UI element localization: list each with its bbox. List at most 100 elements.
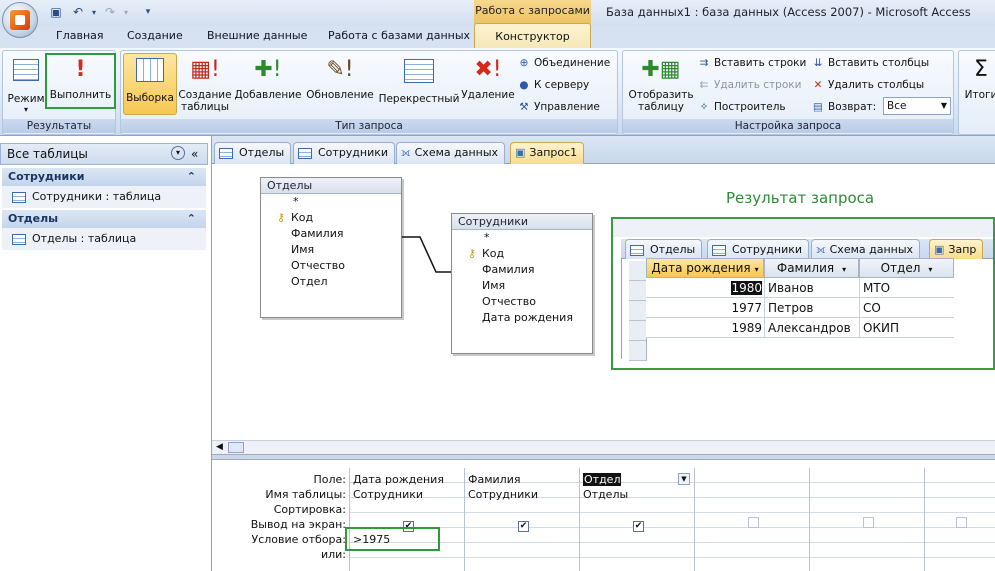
- result-col-header-2[interactable]: Фамилия ▾: [764, 258, 859, 278]
- qbe-field-cell[interactable]: Фамилия: [465, 472, 579, 487]
- select-query-button[interactable]: Выборка: [123, 53, 177, 115]
- make-table-button[interactable]: ▦! Создание таблицы: [177, 55, 233, 113]
- save-icon[interactable]: ▣: [48, 4, 64, 20]
- qbe-show-cell[interactable]: [810, 517, 924, 532]
- result-cell-year[interactable]: 1989: [650, 318, 762, 338]
- qbe-field-cell[interactable]: [695, 472, 809, 487]
- result-tab-schema[interactable]: ⟗ Схема данных: [811, 239, 921, 259]
- qbe-field-cell[interactable]: Отдел ▼: [580, 472, 694, 487]
- customize-qat-icon[interactable]: ▾: [140, 4, 156, 20]
- office-button[interactable]: [2, 2, 38, 38]
- qbe-column-5[interactable]: [809, 468, 924, 571]
- table-box-title[interactable]: Отделы: [261, 178, 401, 194]
- tab-create[interactable]: Создание: [127, 29, 183, 42]
- chevron-down-icon[interactable]: ▼: [678, 473, 690, 485]
- result-cell-year[interactable]: 1980: [650, 278, 762, 298]
- passthrough-button[interactable]: ● К серверу: [517, 79, 589, 91]
- field-item-key[interactable]: Код: [452, 246, 592, 262]
- run-button[interactable]: ! Выполнить: [45, 53, 116, 109]
- field-item[interactable]: Имя: [261, 242, 401, 258]
- union-button[interactable]: ⊕ Объединение: [517, 57, 611, 69]
- scroll-left-icon[interactable]: ◀: [216, 442, 223, 452]
- delete-cols-button[interactable]: ✕ Удалить столбцы: [811, 79, 925, 91]
- redo-dropdown-icon[interactable]: ▾: [118, 4, 134, 20]
- result-col-header-1[interactable]: Дата рождения ▾: [646, 258, 764, 278]
- result-col-header-3[interactable]: Отдел ▾: [859, 258, 954, 278]
- qbe-column-4[interactable]: [694, 468, 809, 571]
- qbe-table-cell[interactable]: [695, 487, 809, 502]
- scroll-thumb[interactable]: [228, 442, 244, 453]
- crosstab-button[interactable]: Перекрестный: [377, 55, 461, 105]
- undo-icon[interactable]: ↶: [70, 4, 86, 20]
- qbe-table-cell[interactable]: Сотрудники: [465, 487, 579, 502]
- show-checkbox[interactable]: ✔: [633, 521, 644, 532]
- qbe-column-2[interactable]: Фамилия Сотрудники ✔: [464, 468, 579, 571]
- field-item[interactable]: Дата рождения: [452, 310, 592, 326]
- nav-item-otdely-table[interactable]: Отделы : таблица: [2, 228, 206, 250]
- result-cell-dept[interactable]: СО: [863, 298, 881, 318]
- result-cell-year[interactable]: 1977: [650, 298, 762, 318]
- tab-external-data[interactable]: Внешние данные: [207, 29, 307, 42]
- qbe-column-3[interactable]: Отдел ▼ Отделы ✔: [579, 468, 694, 571]
- doc-tab-query1[interactable]: ▣ Запрос1: [510, 142, 585, 164]
- qbe-sort-cell[interactable]: [580, 502, 694, 517]
- result-tab-otdely[interactable]: Отделы: [625, 239, 703, 259]
- qbe-show-cell[interactable]: ✔: [580, 517, 694, 532]
- qbe-criteria-cell[interactable]: [465, 532, 579, 547]
- qbe-field-cell[interactable]: [925, 472, 995, 487]
- field-item[interactable]: Отчество: [261, 258, 401, 274]
- qbe-table-cell[interactable]: Отделы: [580, 487, 694, 502]
- doc-tab-sotrudniki[interactable]: Сотрудники: [293, 142, 396, 164]
- qbe-sort-cell[interactable]: [350, 502, 464, 517]
- field-item[interactable]: Отдел: [261, 274, 401, 290]
- field-item[interactable]: Отчество: [452, 294, 592, 310]
- qbe-show-cell[interactable]: [695, 517, 809, 532]
- result-cell-surname[interactable]: Петров: [768, 298, 813, 318]
- table-box-sotrudniki[interactable]: Сотрудники * Код Фамилия Имя Отчество Да…: [451, 213, 593, 354]
- nav-pane-header[interactable]: Все таблицы ▾ «: [0, 143, 208, 165]
- table-box-otdely[interactable]: Отделы * Код Фамилия Имя Отчество Отдел: [260, 177, 402, 318]
- builder-button[interactable]: ✧ Построитель: [697, 101, 786, 113]
- update-button[interactable]: ✎! Обновление: [305, 55, 375, 101]
- qbe-column-1[interactable]: Дата рождения Сотрудники ✔ >1975: [349, 468, 464, 571]
- result-cell-surname[interactable]: Александров: [768, 318, 851, 338]
- show-checkbox[interactable]: [956, 517, 967, 528]
- delete-query-button[interactable]: ✖! Удаление: [461, 55, 515, 101]
- field-item[interactable]: Фамилия: [452, 262, 592, 278]
- field-item-key[interactable]: Код: [261, 210, 401, 226]
- show-checkbox[interactable]: ✔: [518, 521, 529, 532]
- nav-group-otdely[interactable]: Отделы ⌃: [2, 210, 206, 228]
- qbe-criteria-cell[interactable]: [580, 532, 694, 547]
- qbe-table-cell[interactable]: [810, 487, 924, 502]
- mode-button[interactable]: Режим ▾: [6, 55, 46, 114]
- delete-rows-button[interactable]: ⇇ Удалить строки: [697, 79, 802, 91]
- field-item[interactable]: Имя: [452, 278, 592, 294]
- qbe-sort-cell[interactable]: [810, 502, 924, 517]
- qbe-field-cell[interactable]: Дата рождения: [350, 472, 464, 487]
- result-tab-query[interactable]: ▣ Запр: [929, 239, 984, 259]
- qbe-table-cell[interactable]: Сотрудники: [350, 487, 464, 502]
- nav-item-sotrudniki-table[interactable]: Сотрудники : таблица: [2, 186, 206, 208]
- insert-rows-button[interactable]: ⇉ Вставить строки: [697, 57, 807, 69]
- record-selectors[interactable]: [629, 261, 647, 361]
- return-select[interactable]: Все ▼: [883, 97, 951, 115]
- result-cell-dept[interactable]: МТО: [863, 278, 890, 298]
- result-cell-surname[interactable]: Иванов: [768, 278, 814, 298]
- result-tab-sotrudniki[interactable]: Сотрудники: [707, 239, 810, 259]
- table-box-title[interactable]: Сотрудники: [452, 214, 592, 230]
- tab-home[interactable]: Главная: [56, 29, 104, 42]
- qbe-show-cell[interactable]: ✔: [465, 517, 579, 532]
- show-table-button[interactable]: ✚▦ Отобразить таблицу: [627, 55, 695, 113]
- tab-database-tools[interactable]: Работа с базами данных: [328, 29, 470, 42]
- append-button[interactable]: ✚! Добавление: [233, 55, 303, 101]
- nav-group-sotrudniki[interactable]: Сотрудники ⌃: [2, 168, 206, 186]
- doc-tab-otdely[interactable]: Отделы: [214, 142, 292, 164]
- insert-cols-button[interactable]: ⇊ Вставить столбцы: [811, 57, 930, 69]
- shutter-bar-close-icon[interactable]: «: [191, 144, 198, 164]
- redo-icon[interactable]: ↷: [102, 4, 118, 20]
- qbe-table-cell[interactable]: [925, 487, 995, 502]
- result-cell-dept[interactable]: ОКИП: [863, 318, 899, 338]
- horizontal-scrollbar[interactable]: ◀: [212, 440, 995, 454]
- show-checkbox[interactable]: [748, 517, 759, 528]
- totals-button[interactable]: Σ Итоги: [961, 55, 995, 101]
